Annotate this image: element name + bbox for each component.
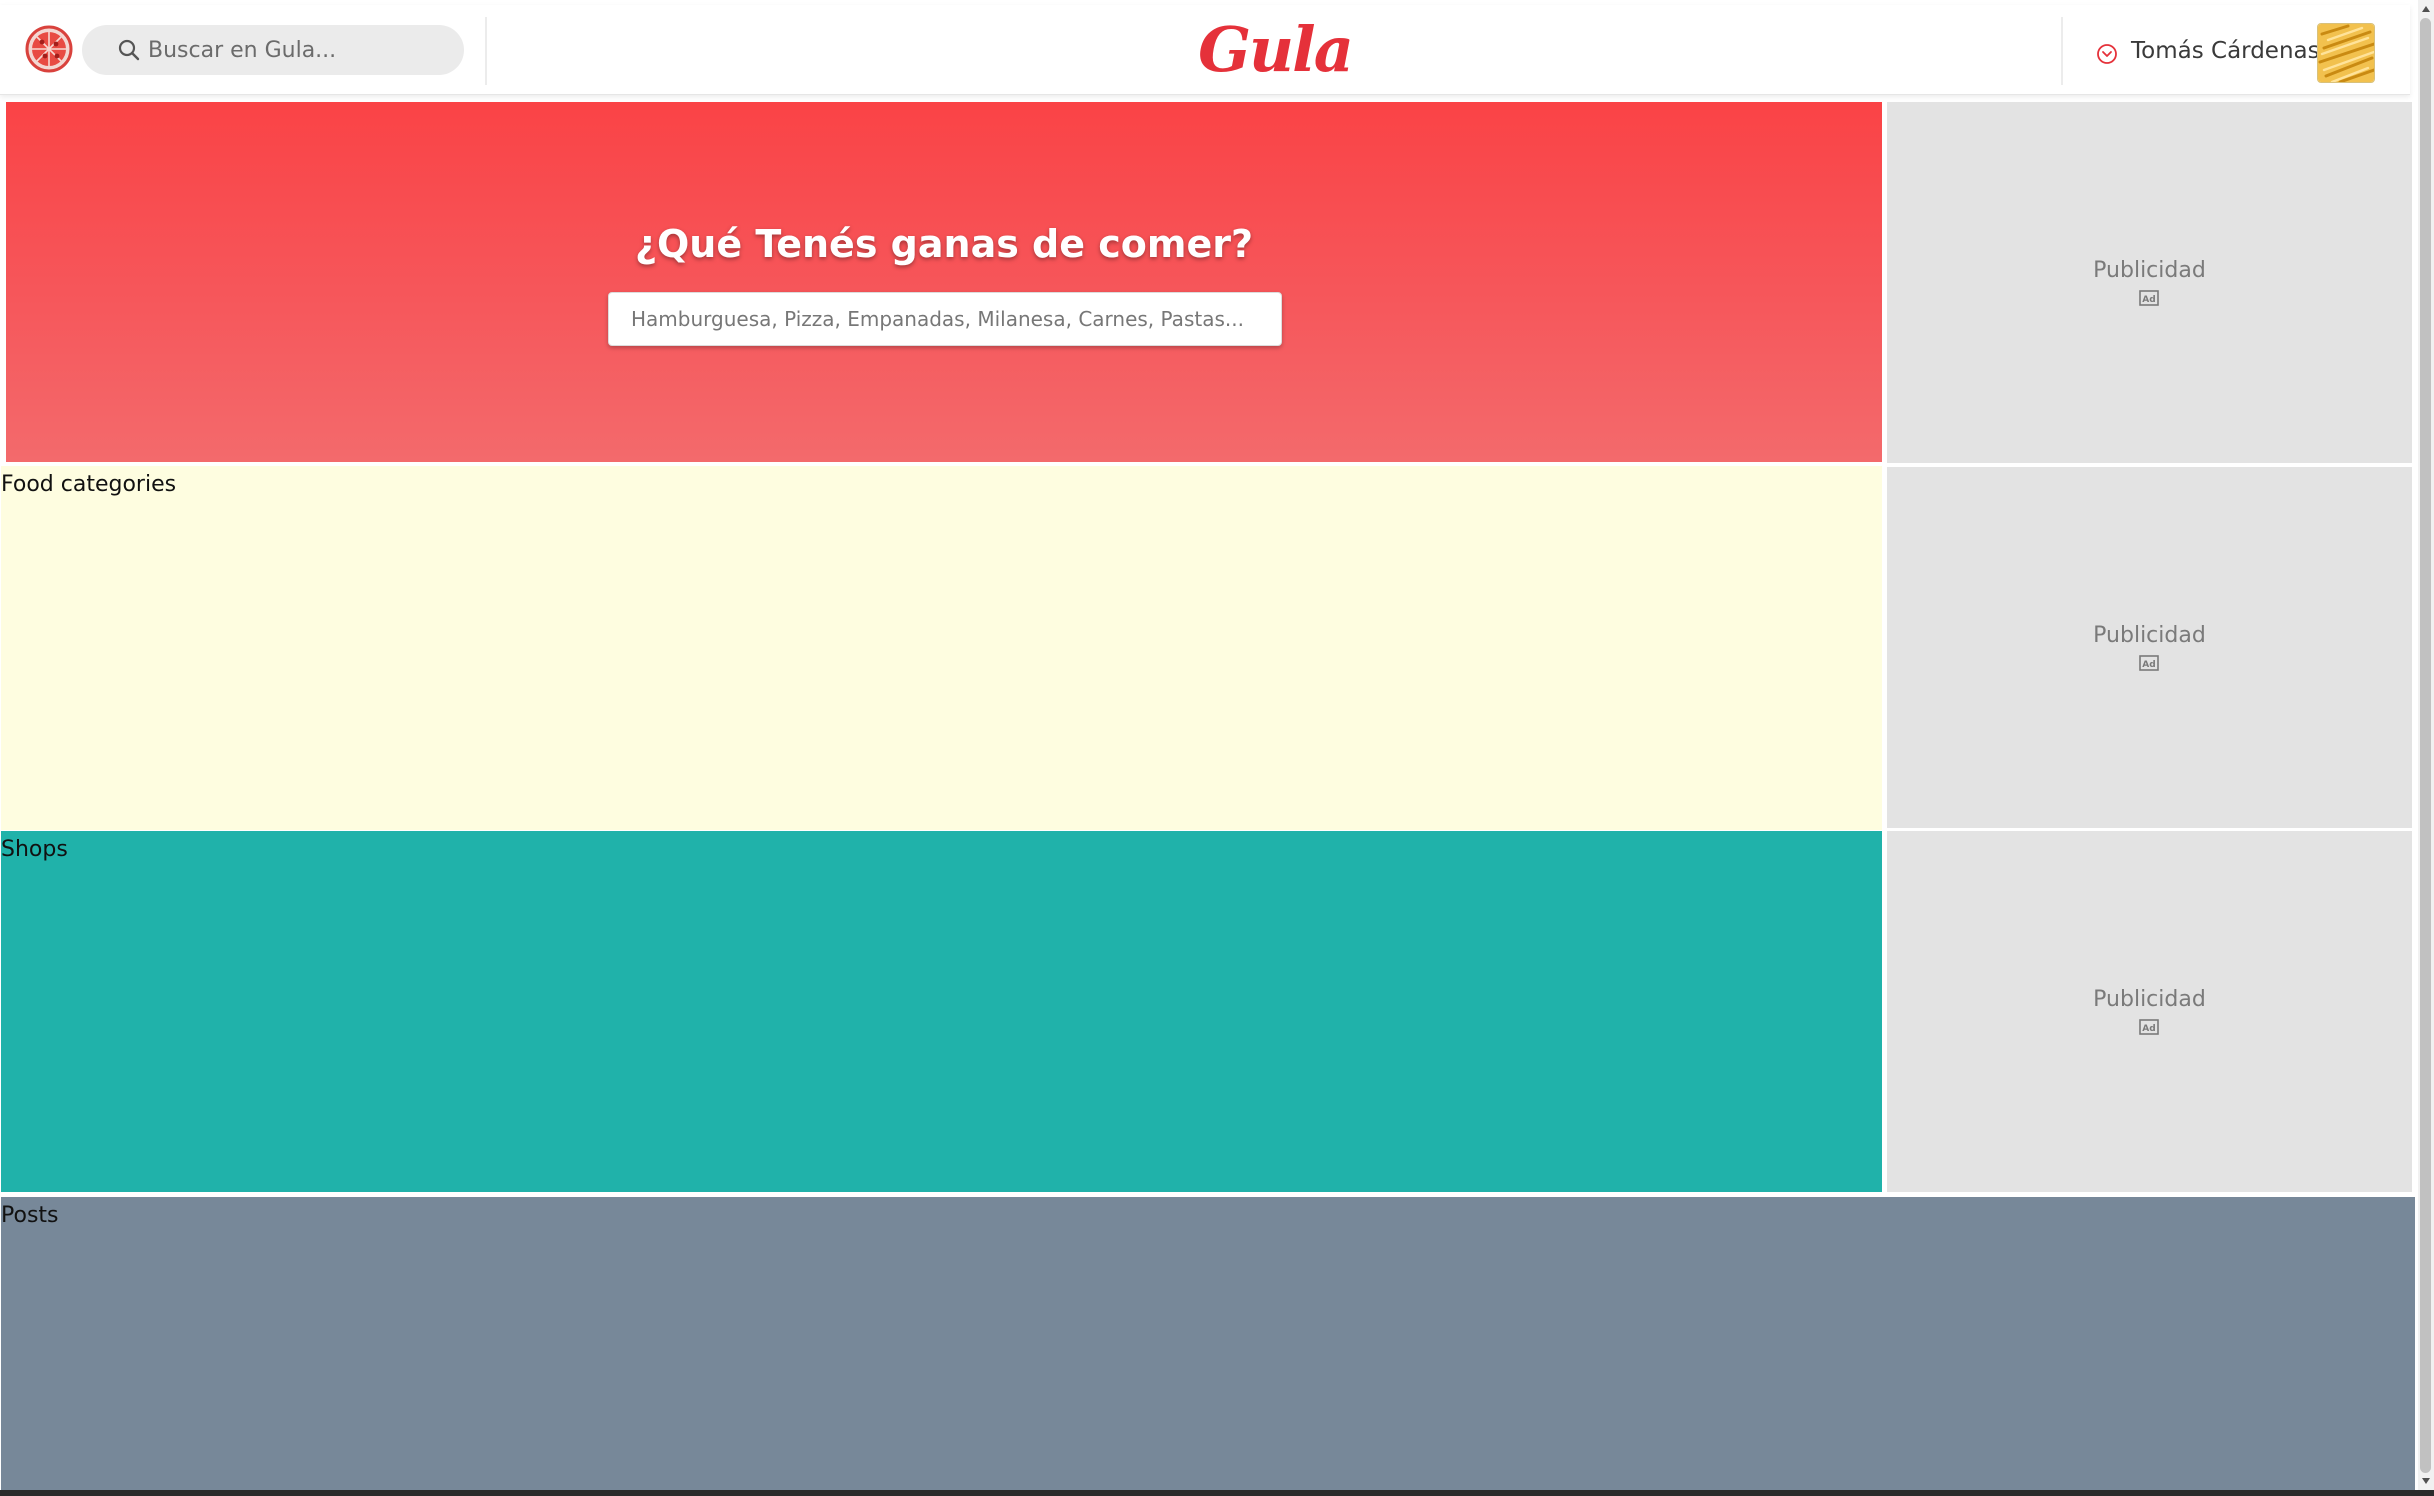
scroll-up-icon[interactable] (2421, 4, 2431, 14)
section-title: Shops (1, 837, 68, 862)
brand-logo[interactable]: Gula (1175, 13, 1375, 87)
shops-section: Shops (1, 831, 1882, 1192)
food-search-input[interactable] (608, 292, 1282, 346)
ad-label: Publicidad (2093, 987, 2206, 1012)
pizza-icon[interactable] (25, 25, 73, 73)
top-navbar: Gula Tomás Cárdenas (0, 5, 2410, 95)
ad-icon: Ad (2139, 655, 2159, 671)
header-divider (485, 17, 487, 85)
bottom-edge (0, 1490, 2434, 1496)
ad-icon: Ad (2139, 1019, 2159, 1035)
ad-label: Publicidad (2093, 258, 2206, 283)
hero-banner: ¿Qué Tenés ganas de comer? (6, 102, 1882, 462)
ad-slot[interactable]: Publicidad Ad (1887, 831, 2412, 1192)
search-icon (118, 39, 140, 61)
section-title: Posts (1, 1203, 59, 1228)
ad-slot[interactable]: Publicidad Ad (1887, 102, 2412, 463)
scroll-down-icon[interactable] (2421, 1476, 2431, 1486)
chevron-down-circle-icon[interactable] (2096, 43, 2118, 65)
ad-label: Publicidad (2093, 623, 2206, 648)
fries-avatar (2318, 24, 2374, 82)
avatar[interactable] (2317, 23, 2375, 83)
user-name[interactable]: Tomás Cárdenas (2131, 38, 2320, 64)
ad-icon: Ad (2139, 290, 2159, 306)
svg-text:Ad: Ad (2142, 295, 2155, 305)
food-categories-section: Food categories (1, 466, 1882, 830)
global-search (82, 25, 464, 75)
global-search-input[interactable] (148, 31, 448, 69)
posts-section: Posts (1, 1197, 2415, 1490)
app-root: Gula Tomás Cárdenas (0, 0, 2434, 1496)
ad-slot[interactable]: Publicidad Ad (1887, 467, 2412, 828)
hero-title: ¿Qué Tenés ganas de comer? (634, 222, 1254, 266)
header-divider (2061, 17, 2063, 85)
section-title: Food categories (1, 472, 177, 497)
svg-text:Ad: Ad (2142, 660, 2155, 670)
scrollbar-thumb[interactable] (2420, 18, 2431, 1473)
svg-text:Ad: Ad (2142, 1024, 2155, 1034)
